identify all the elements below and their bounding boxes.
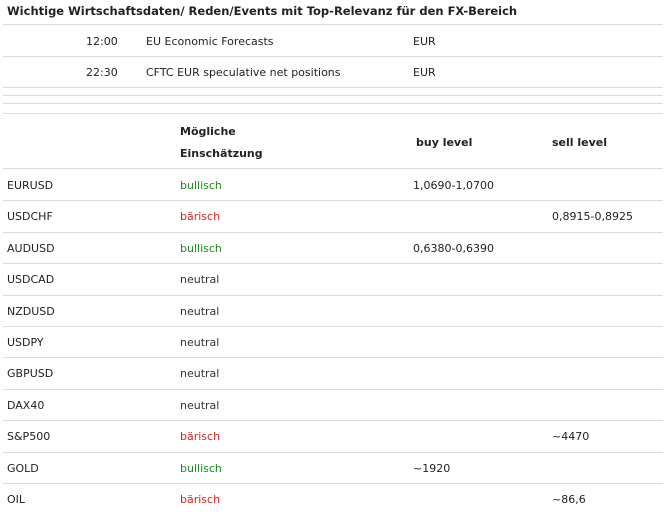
divider xyxy=(3,200,663,201)
instrument-name: OIL xyxy=(7,493,26,506)
sentiment-label: bärisch xyxy=(180,493,221,506)
divider xyxy=(3,483,663,484)
instrument-name: AUDUSD xyxy=(7,242,55,255)
sell-level-value: 0,8915-0,8925 xyxy=(552,210,633,223)
instrument-name: USDCHF xyxy=(7,210,53,223)
event-currency: EUR xyxy=(413,66,436,79)
buy-level-value: ~1920 xyxy=(413,462,451,475)
instrument-name: GOLD xyxy=(7,462,39,475)
divider xyxy=(3,263,663,264)
instrument-name: USDCAD xyxy=(7,273,55,286)
instrument-name: USDPY xyxy=(7,336,44,349)
event-currency: EUR xyxy=(413,35,436,48)
instrument-name: NZDUSD xyxy=(7,305,55,318)
sentiment-label: neutral xyxy=(180,305,220,318)
divider xyxy=(3,452,663,453)
sentiment-label: neutral xyxy=(180,336,220,349)
sentiment-label: bullisch xyxy=(180,179,222,192)
event-name: CFTC EUR speculative net positions xyxy=(146,66,341,79)
event-name: EU Economic Forecasts xyxy=(146,35,274,48)
header-assessment-line2: Einschätzung xyxy=(180,147,263,160)
instrument-name: EURUSD xyxy=(7,179,54,192)
header-buy-level: buy level xyxy=(416,136,473,149)
divider xyxy=(3,326,663,327)
sentiment-label: bärisch xyxy=(180,210,221,223)
event-time: 12:00 xyxy=(86,35,118,48)
divider xyxy=(3,357,663,358)
sentiment-label: bullisch xyxy=(180,462,222,475)
sentiment-label: neutral xyxy=(180,399,220,412)
buy-level-value: 1,0690-1,0700 xyxy=(413,179,494,192)
header-sell-level: sell level xyxy=(552,136,608,149)
sentiment-label: neutral xyxy=(180,273,220,286)
sell-level-value: ~86,6 xyxy=(552,493,586,506)
header-assessment-line1: Mögliche xyxy=(180,125,236,138)
sell-level-value: ~4470 xyxy=(552,430,590,443)
event-time: 22:30 xyxy=(86,66,118,79)
instrument-name: DAX40 xyxy=(7,399,45,412)
divider xyxy=(3,103,663,104)
divider xyxy=(3,95,663,96)
sentiment-label: neutral xyxy=(180,367,220,380)
divider xyxy=(3,420,663,421)
divider xyxy=(3,87,663,88)
divider xyxy=(3,56,663,57)
divider xyxy=(3,232,663,233)
divider xyxy=(3,389,663,390)
page-heading: Wichtige Wirtschaftsdaten/ Reden/Events … xyxy=(7,4,518,18)
instrument-name: GBPUSD xyxy=(7,367,54,380)
divider xyxy=(3,24,663,25)
buy-level-value: 0,6380-0,6390 xyxy=(413,242,494,255)
sentiment-label: bärisch xyxy=(180,430,221,443)
sentiment-label: bullisch xyxy=(180,242,222,255)
instrument-name: S&P500 xyxy=(7,430,51,443)
divider xyxy=(3,168,663,169)
divider xyxy=(3,113,663,114)
divider xyxy=(3,295,663,296)
